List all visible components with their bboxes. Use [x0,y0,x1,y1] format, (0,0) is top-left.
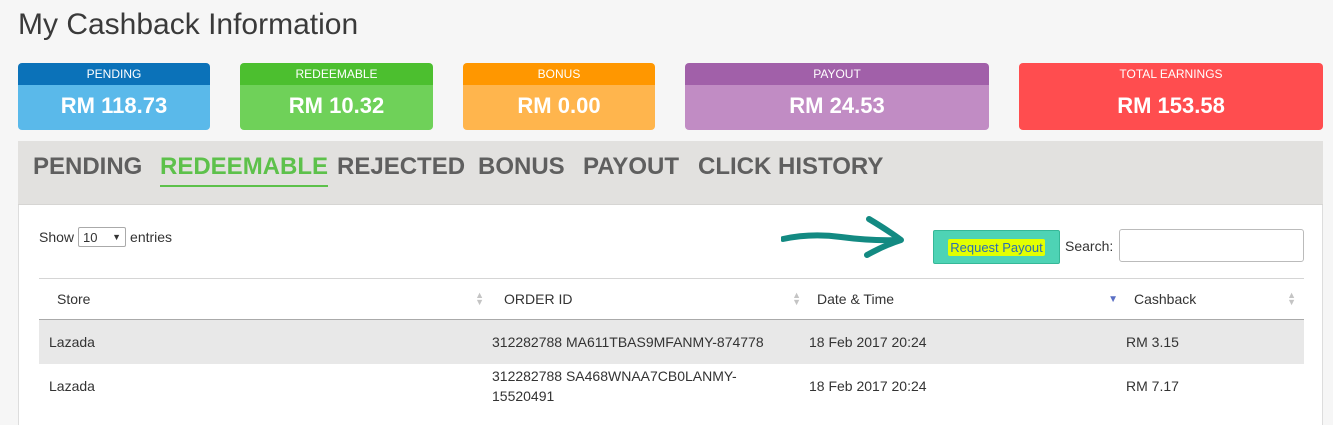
tab-pending[interactable]: PENDING [33,153,142,185]
column-header-store[interactable]: Store ▲ ▼ [39,279,492,320]
cell-date-time: 18 Feb 2017 20:24 [809,377,927,394]
request-payout-button[interactable]: Request Payout [933,230,1060,264]
table-header-row: Store ▲ ▼ ORDER ID ▲ ▼ Date & Time ▼ Cashb… [39,278,1304,320]
card-value: RM 0.00 [463,85,655,130]
bonus-card: BONUS RM 0.00 [463,63,655,130]
column-header-date-time[interactable]: Date & Time ▼ [809,279,1126,320]
tab-bar: PENDING REDEEMABLE REJECTED BONUS PAYOUT… [18,141,1323,205]
order-id-text: 312282788 SA468WNAA7CB0LANMY-15520491 [492,367,737,404]
pending-card: PENDING RM 118.73 [18,63,210,130]
card-label: TOTAL EARNINGS [1019,63,1323,85]
total-earnings-card: TOTAL EARNINGS RM 153.58 [1019,63,1323,130]
search-input[interactable] [1119,229,1304,262]
card-label: REDEEMABLE [240,63,433,85]
table-row: Lazada 312282788 MA611TBAS9MFANMY-874778… [39,319,1304,364]
column-header-label: Date & Time [817,291,895,307]
page-title: My Cashback Information [18,8,359,41]
card-value: RM 118.73 [18,85,210,130]
column-header-label: Store [57,291,91,307]
cell-order-id: 312282788 MA611TBAS9MFANMY-874778 [492,320,809,364]
cell-cashback: RM 3.15 [1126,333,1179,350]
search-label: Search: [1065,238,1114,254]
card-value: RM 24.53 [685,85,989,130]
cashback-page: My Cashback Information PENDING RM 118.7… [0,0,1333,425]
cell-order-id: 312282788 SA468WNAA7CB0LANMY-15520491 [492,364,809,408]
right-arrow-icon [781,216,904,258]
cell-date-time: 18 Feb 2017 20:24 [809,333,927,350]
sort-icon: ▲ ▼ [475,290,484,307]
sort-icon: ▲ ▼ [792,290,801,307]
show-label: Show [39,229,75,245]
cell-store: Lazada [49,377,95,394]
order-id-text: 312282788 MA611TBAS9MFANMY-874778 [492,333,764,350]
column-header-cashback[interactable]: Cashback ▲ ▼ [1126,279,1304,320]
chevron-down-icon: ▼ [112,232,122,242]
entries-label: entries [130,229,173,245]
payout-card: PAYOUT RM 24.53 [685,63,989,130]
tab-redeemable[interactable]: REDEEMABLE [160,153,329,187]
redeemable-table: Store ▲ ▼ ORDER ID ▲ ▼ Date & Time ▼ Cashb… [39,278,1304,408]
cell-store: Lazada [49,333,95,350]
column-header-order-id[interactable]: ORDER ID ▲ ▼ [492,279,809,320]
entries-value: 10 [83,229,98,245]
card-label: PAYOUT [685,63,989,85]
entries-select[interactable]: 10 ▼ [78,227,127,247]
tab-click-history[interactable]: CLICK HISTORY [698,153,883,185]
table-panel: Show 10 ▼ entries Request Payout Search:… [18,205,1323,425]
card-value: RM 10.32 [240,85,433,130]
tab-rejected[interactable]: REJECTED [337,153,465,185]
card-label: PENDING [18,63,210,85]
table-row: Lazada 312282788 SA468WNAA7CB0LANMY-1552… [39,364,1304,408]
redeemable-card: REDEEMABLE RM 10.32 [240,63,433,130]
card-value: RM 153.58 [1019,85,1323,130]
sort-desc-icon: ▼ [1108,294,1118,305]
column-header-label: ORDER ID [504,291,573,307]
sort-icon: ▲ ▼ [1287,290,1296,307]
cell-cashback: RM 7.17 [1126,377,1179,394]
tab-payout[interactable]: PAYOUT [583,153,679,185]
entries-control: Show 10 ▼ entries [39,227,172,247]
card-label: BONUS [463,63,655,85]
tab-bonus[interactable]: BONUS [478,153,565,185]
request-payout-label: Request Payout [948,238,1045,256]
column-header-label: Cashback [1134,291,1197,307]
